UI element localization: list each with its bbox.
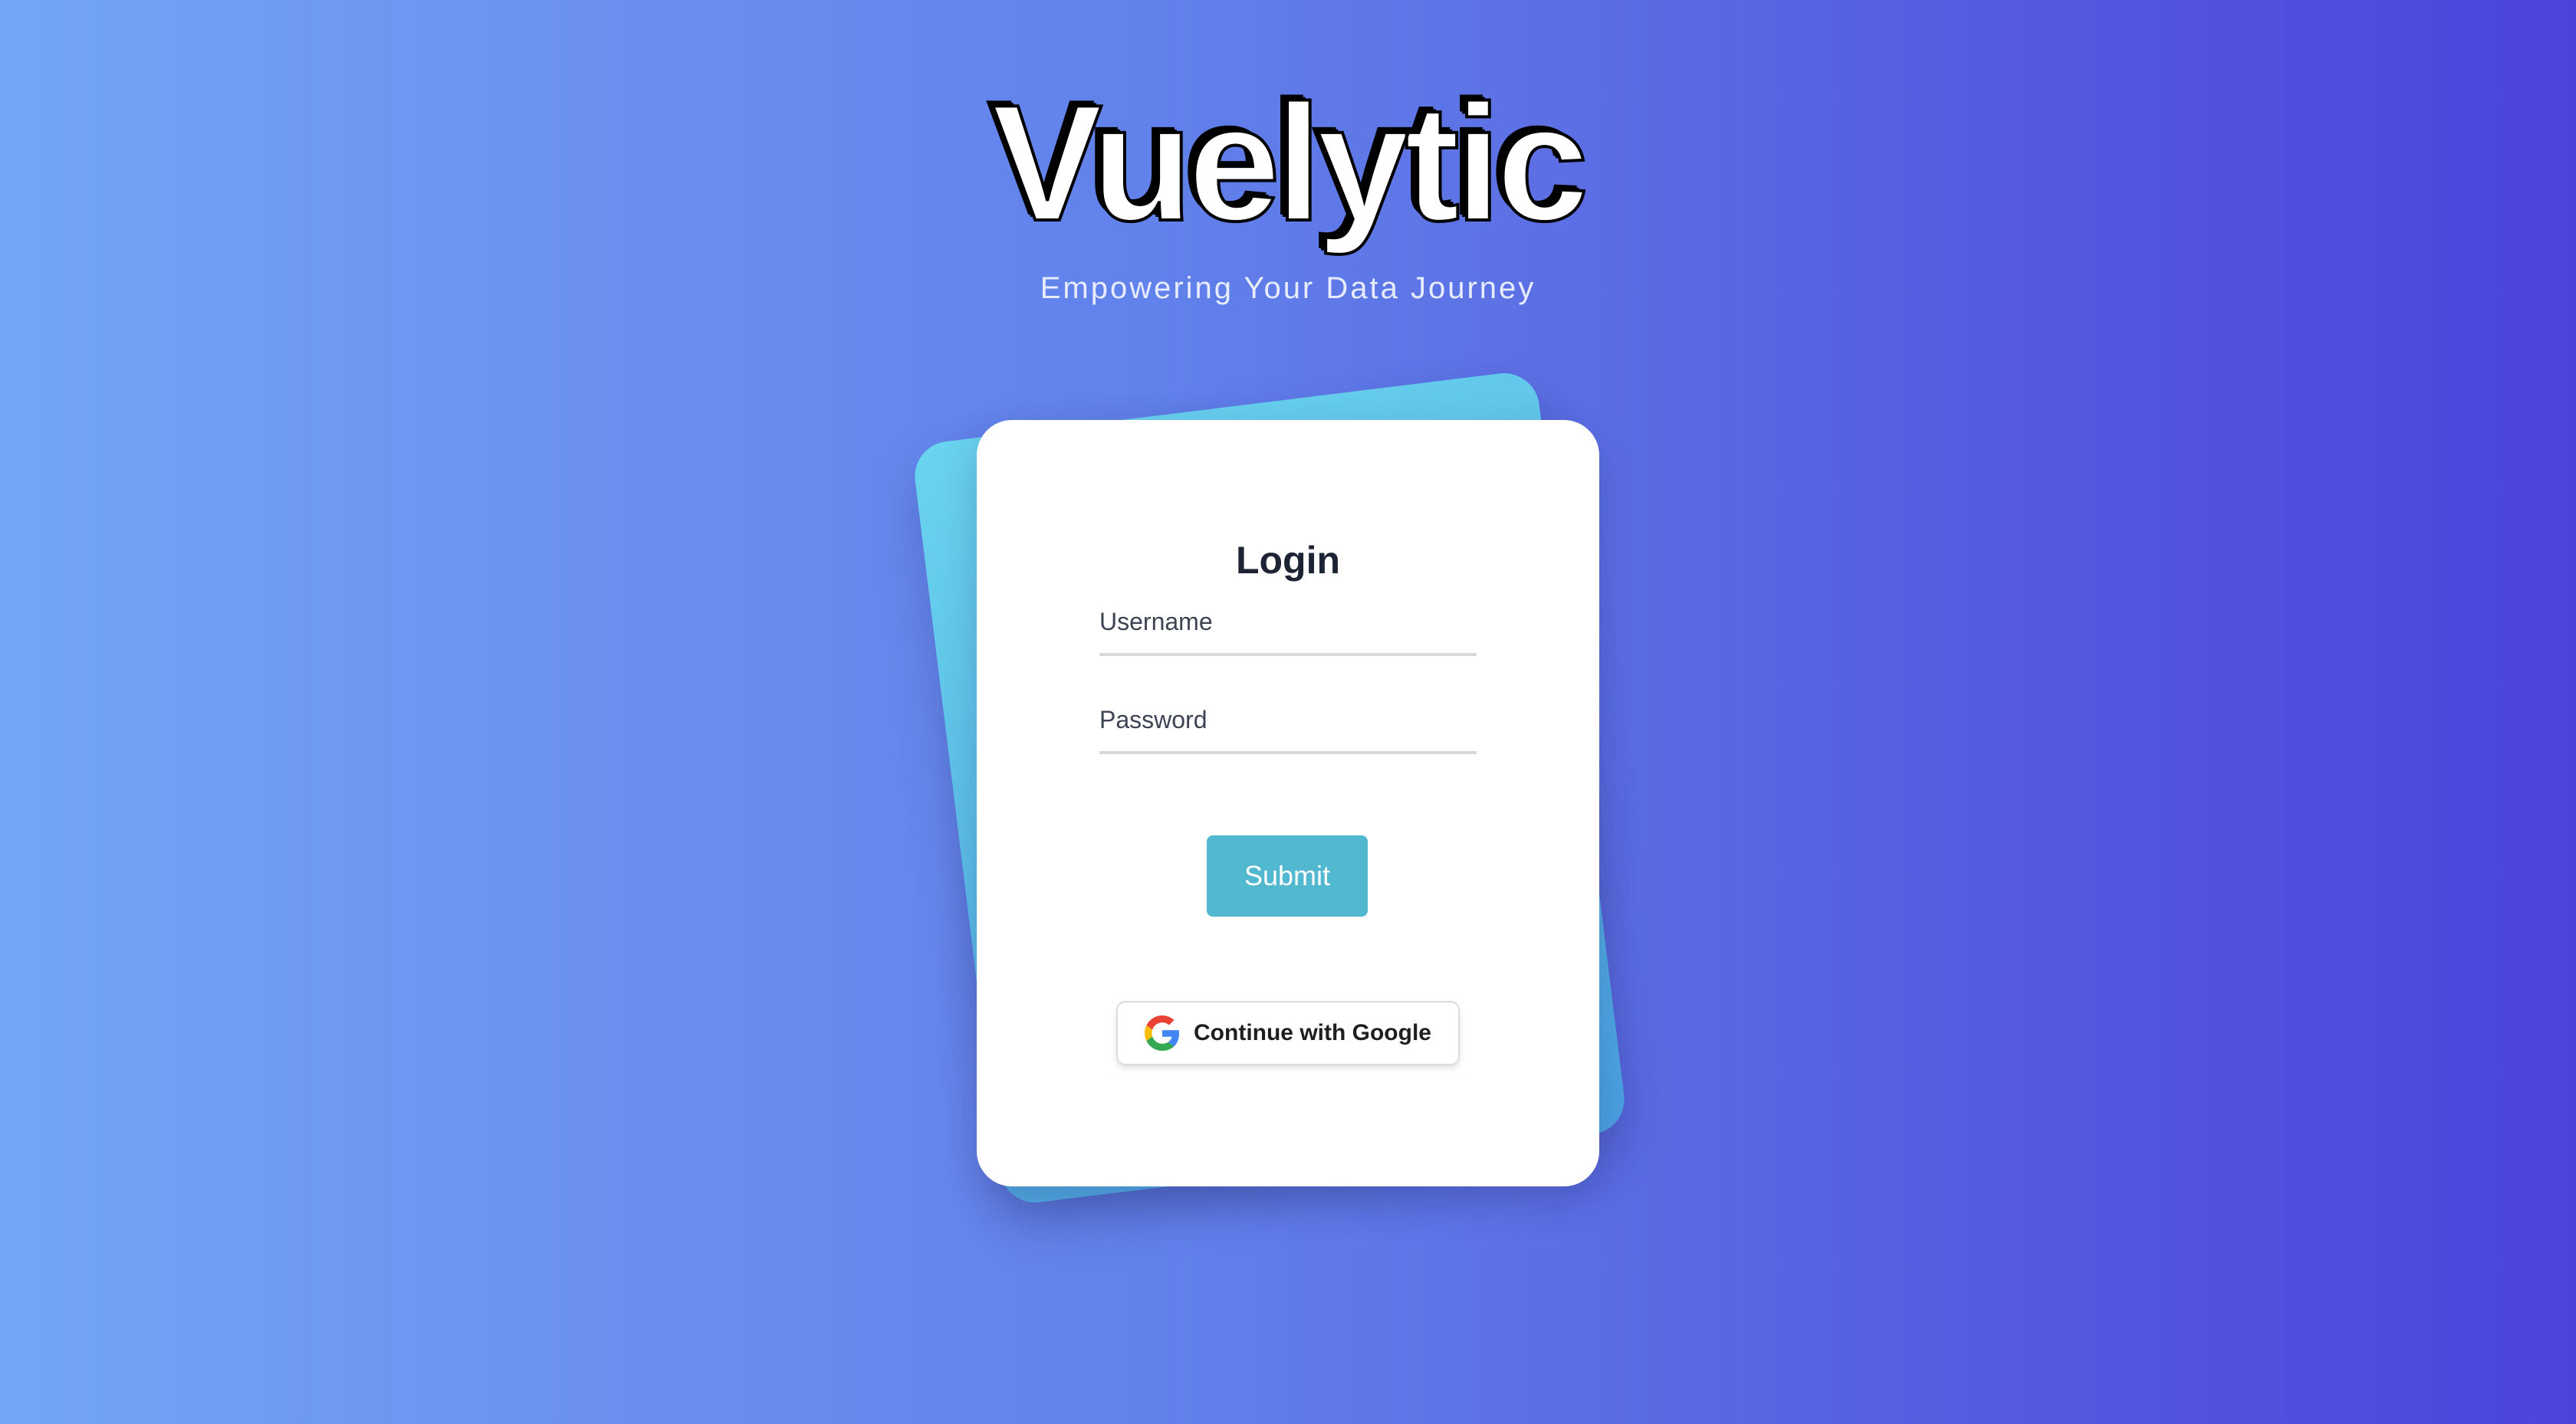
google-g-icon — [1145, 1016, 1180, 1051]
google-sign-in-button[interactable]: Continue with Google — [1116, 1001, 1460, 1065]
app-logo-title: Vuelytic — [991, 70, 1590, 255]
login-card: Login Submit Continue with Google — [977, 420, 1599, 1186]
password-field — [1099, 693, 1477, 754]
google-button-label: Continue with Google — [1194, 1020, 1431, 1045]
login-title: Login — [1235, 539, 1341, 582]
password-input[interactable] — [1099, 699, 1477, 740]
username-input[interactable] — [1099, 601, 1477, 642]
app-tagline: Empowering Your Data Journey — [1040, 271, 1536, 305]
username-field — [1099, 595, 1477, 656]
submit-button[interactable]: Submit — [1207, 835, 1368, 917]
